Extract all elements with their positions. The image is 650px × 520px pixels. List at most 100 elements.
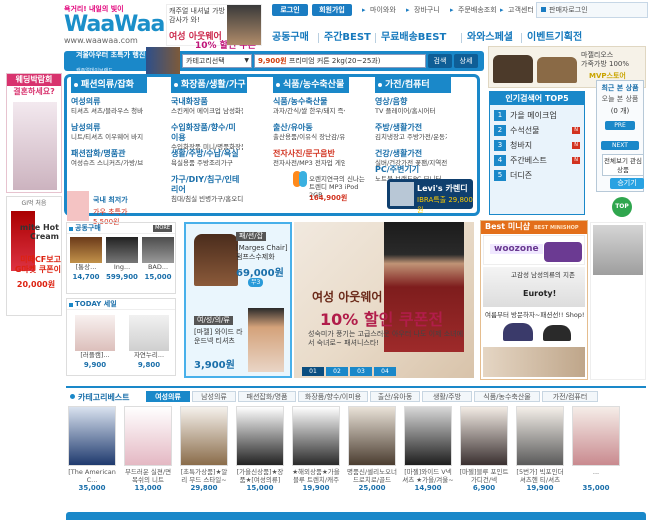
pager-button[interactable]: 04	[374, 367, 396, 376]
next-button[interactable]: NEXT	[601, 141, 639, 150]
link-mywaawaa[interactable]: 마이와와	[362, 4, 402, 16]
cat-group[interactable]: 수입화장품/향수/미이용 수입화장품 미니/명품화장품	[171, 123, 243, 152]
cat-group[interactable]: 생활/주방/수납/욕실 욕실용품 주방조리가구	[171, 149, 243, 168]
product-card[interactable]: 명품신/셀리노오너 드로치로/골드 25,000	[346, 406, 398, 502]
mp3-promo[interactable]: 오렌지연극의 신나는 트렌디 MP3 iPod 2GB 164,900원	[293, 171, 365, 211]
more-button[interactable]: MORE	[153, 225, 172, 232]
cat-group-title[interactable]: 출산/유아동	[273, 123, 345, 133]
today-sale-item[interactable]: 자연누리... 9,800	[125, 315, 173, 369]
minishop-clothes[interactable]	[483, 347, 585, 377]
group-buy-item[interactable]: Ing... 599,900	[105, 237, 139, 289]
menu-waawaa-special[interactable]: 와와스페셜	[467, 30, 513, 46]
cat-group[interactable]: 여성의류티셔츠 셔츠/블라우스 청바지/하의	[71, 97, 143, 116]
link-order-status[interactable]: 주문배송조회	[450, 4, 498, 16]
cat-group-title[interactable]: 가구/DIY/침구/인테리어	[171, 175, 243, 195]
minishop-euroty[interactable]: 고감성 남성의류의 지존 Euroty!	[483, 267, 585, 307]
cat-group-sub[interactable]: 김치냉장고 주방가전/운동가전	[375, 133, 447, 142]
menu-event[interactable]: 이벤트기획전	[527, 30, 582, 46]
lowest-price-promo[interactable]: 국내 최저가 가우 초특가 5,500원	[67, 189, 137, 226]
cat-head-fashion[interactable]: 패션의류/잡화	[71, 77, 147, 93]
minishop-caps[interactable]: 여름부터 방문하자~패션선!! Shop!	[483, 309, 585, 345]
product-card[interactable]: [5번가] 빅포인더 셔츠헨 티/셔츠 19,900	[514, 406, 566, 502]
cat-head-cosmetics[interactable]: 화장품/생활/가구	[171, 77, 247, 93]
cat-group-title[interactable]: 수입화장품/향수/미이용	[171, 123, 243, 143]
mite-cream-banner[interactable]: GI먹 처음 mite Hot Cream 미떼CF보고 G마켓 쿠폰이 20,…	[6, 196, 62, 316]
cat-group-sub[interactable]: 여성슈즈 스니커즈/가방/브랜	[71, 159, 143, 168]
featured-name[interactable]: [마젤] 와이드 라운드넥 티셔츠	[194, 328, 244, 346]
group-buy-item[interactable]: [통상... 14,700	[69, 237, 103, 289]
cat-group[interactable]: 남성의류니트/티셔츠 이우웨어 바지/JEAN	[71, 123, 143, 142]
cat-group-title[interactable]: 영상/음향	[375, 97, 447, 107]
group-buy-item[interactable]: BAD... 15,000	[141, 237, 175, 289]
cat-group-sub[interactable]: 니트/티셔츠 이우웨어 바지/JEAN	[71, 133, 143, 142]
side-product-image[interactable]	[590, 222, 646, 380]
popular-search-item[interactable]: 2 수석선물 N	[494, 124, 582, 137]
tab-men[interactable]: 남성의류	[192, 391, 236, 402]
cat-group-sub[interactable]: TV 플레이어/홈시어터	[375, 107, 447, 116]
cat-group-title[interactable]: 패션잡화/명품관	[71, 149, 143, 159]
join-button[interactable]: 회원가입	[312, 4, 352, 16]
product-card[interactable]: ... 35,000	[570, 406, 622, 502]
popular-search-item[interactable]: 5 더디즌	[494, 169, 582, 182]
cat-group-title[interactable]: 여성의류	[71, 97, 143, 107]
seller-login-link[interactable]: 판매자로그인	[536, 2, 648, 18]
cat-group-title[interactable]: 건강/생활가전	[375, 149, 447, 159]
prev-button[interactable]: PRE	[605, 121, 635, 130]
cat-group-sub[interactable]: 전자사전/MP3 전자업 게임기/문구	[273, 159, 345, 168]
cat-group[interactable]: 패션잡화/명품관 여성슈즈 스니커즈/가방/브랜	[71, 149, 143, 168]
cat-group[interactable]: 전자사진/문구음반전자사전/MP3 전자업 게임기/문구	[273, 149, 345, 168]
product-card[interactable]: [가을신상품]★장품★[여성의류] 15,000	[234, 406, 286, 502]
product-card[interactable]: [초특가상품]★알리 무드 스타일~ 29,800	[178, 406, 230, 502]
product-card[interactable]: 부드러운 실젼/면 목쉬의 니트 13,000	[122, 406, 174, 502]
link-customer-center[interactable]: 고객센터	[500, 4, 534, 16]
link-cart[interactable]: 장바구니	[406, 4, 446, 16]
cat-group-title[interactable]: 생활/주방/수납/욕실	[171, 149, 243, 159]
cat-head-electronics[interactable]: 가전/컴퓨터	[375, 77, 451, 93]
menu-group-buy[interactable]: 공동구매	[272, 30, 309, 46]
popular-search-item[interactable]: 1 가을 메이크업	[494, 109, 582, 122]
login-button[interactable]: 로그인	[272, 4, 308, 16]
popular-search-item[interactable]: 4 주간베스트 N	[494, 154, 582, 167]
cat-group-sub[interactable]: 출산용품/이유식 장난감/유아동의류	[273, 133, 345, 142]
pager-button[interactable]: 02	[326, 367, 348, 376]
main-promo-banner[interactable]: 여성 아웃웨어 10% 할인 쿠폰전 성숙미가 풍기는 고급스러운 아우터 나도…	[294, 222, 474, 378]
detail-search-button[interactable]: 상세	[454, 54, 478, 68]
tab-living[interactable]: 생활/주방	[422, 391, 472, 402]
cat-group[interactable]: 영상/음향 TV 플레이어/홈시어터	[375, 97, 447, 116]
tab-baby[interactable]: 출산/유아동	[370, 391, 420, 402]
cat-group-sub[interactable]: 스킨케어 메이크업 남성화장품	[171, 107, 243, 116]
wedding-fair-banner[interactable]: 웨딩박람회 결혼하세요?	[6, 73, 62, 193]
cat-group-sub[interactable]: 과자/간식/쌀 한우/돼지 즉석식품	[273, 107, 345, 116]
tab-fashion[interactable]: 패션잡화/명품	[238, 391, 296, 402]
cat-head-food[interactable]: 식품/농수축산물	[273, 77, 349, 93]
view-all-wishlist-button[interactable]: 전체보기 관심상품	[602, 154, 644, 176]
cat-group[interactable]: 출산/유아동출산용품/이유식 장난감/유아동의류	[273, 123, 345, 142]
cat-group-sub[interactable]: 욕실용품 주방조리가구	[171, 159, 243, 168]
collapse-button[interactable]: 승기기	[610, 178, 644, 189]
menu-free-shipping-best[interactable]: 무료배송BEST	[381, 30, 446, 46]
featured-name[interactable]: [Marges Chair] 펌프스수제화	[236, 244, 290, 262]
product-card[interactable]: [마젤]와이드 V넥 셔츠 ★가을/겨울~ 14,900	[402, 406, 454, 502]
search-button[interactable]: 검색	[428, 54, 452, 68]
cat-group-title[interactable]: 주방/생활가전	[375, 123, 447, 133]
levis-promo[interactable]: Levi's 카렌디 IBRA특출 29,800원	[387, 179, 473, 214]
cat-group[interactable]: 식품/농수축산물과자/간식/쌀 한우/돼지 즉석식품	[273, 97, 345, 116]
product-card[interactable]: [The American C... 35,000	[66, 406, 118, 502]
category-select[interactable]: 카테고리선택 ▼	[182, 54, 252, 68]
popular-search-item[interactable]: 3 청바지 N	[494, 139, 582, 152]
today-sale-item[interactable]: [러플캠]... 9,900	[71, 315, 119, 369]
cat-group-sub[interactable]: 침대/침실 빈병가구/홈오디스	[171, 195, 243, 204]
cat-group-sub[interactable]: 티셔츠 셔츠/블라우스 청바지/하의	[71, 107, 143, 116]
product-card[interactable]: ★해외상품★가을 블루 트렌치/캐주얼19,900	[290, 406, 342, 502]
cat-group-title[interactable]: PC/주변기기	[375, 165, 447, 175]
search-input[interactable]: 9,900원 프리미엄 커튼 2kg(20~25과)	[254, 54, 426, 68]
tab-cosmetics[interactable]: 화장품/향수/이미용	[298, 391, 368, 402]
site-logo[interactable]: 욕거리! 내일의 빛이 WaaWaa www.waawaa.com	[64, 4, 165, 50]
tab-women[interactable]: 여성의류	[146, 391, 190, 402]
cat-group-title[interactable]: 남성의류	[71, 123, 143, 133]
cat-group[interactable]: 주방/생활가전김치냉장고 주방가전/운동가전	[375, 123, 447, 142]
cat-group-title[interactable]: 전자사진/문구음반	[273, 149, 345, 159]
boots-image[interactable]	[194, 234, 238, 286]
cat-group[interactable]: 가구/DIY/침구/인테리어 침대/침실 빈병가구/홈오디스	[171, 175, 243, 204]
pager-button[interactable]: 01	[302, 367, 324, 376]
